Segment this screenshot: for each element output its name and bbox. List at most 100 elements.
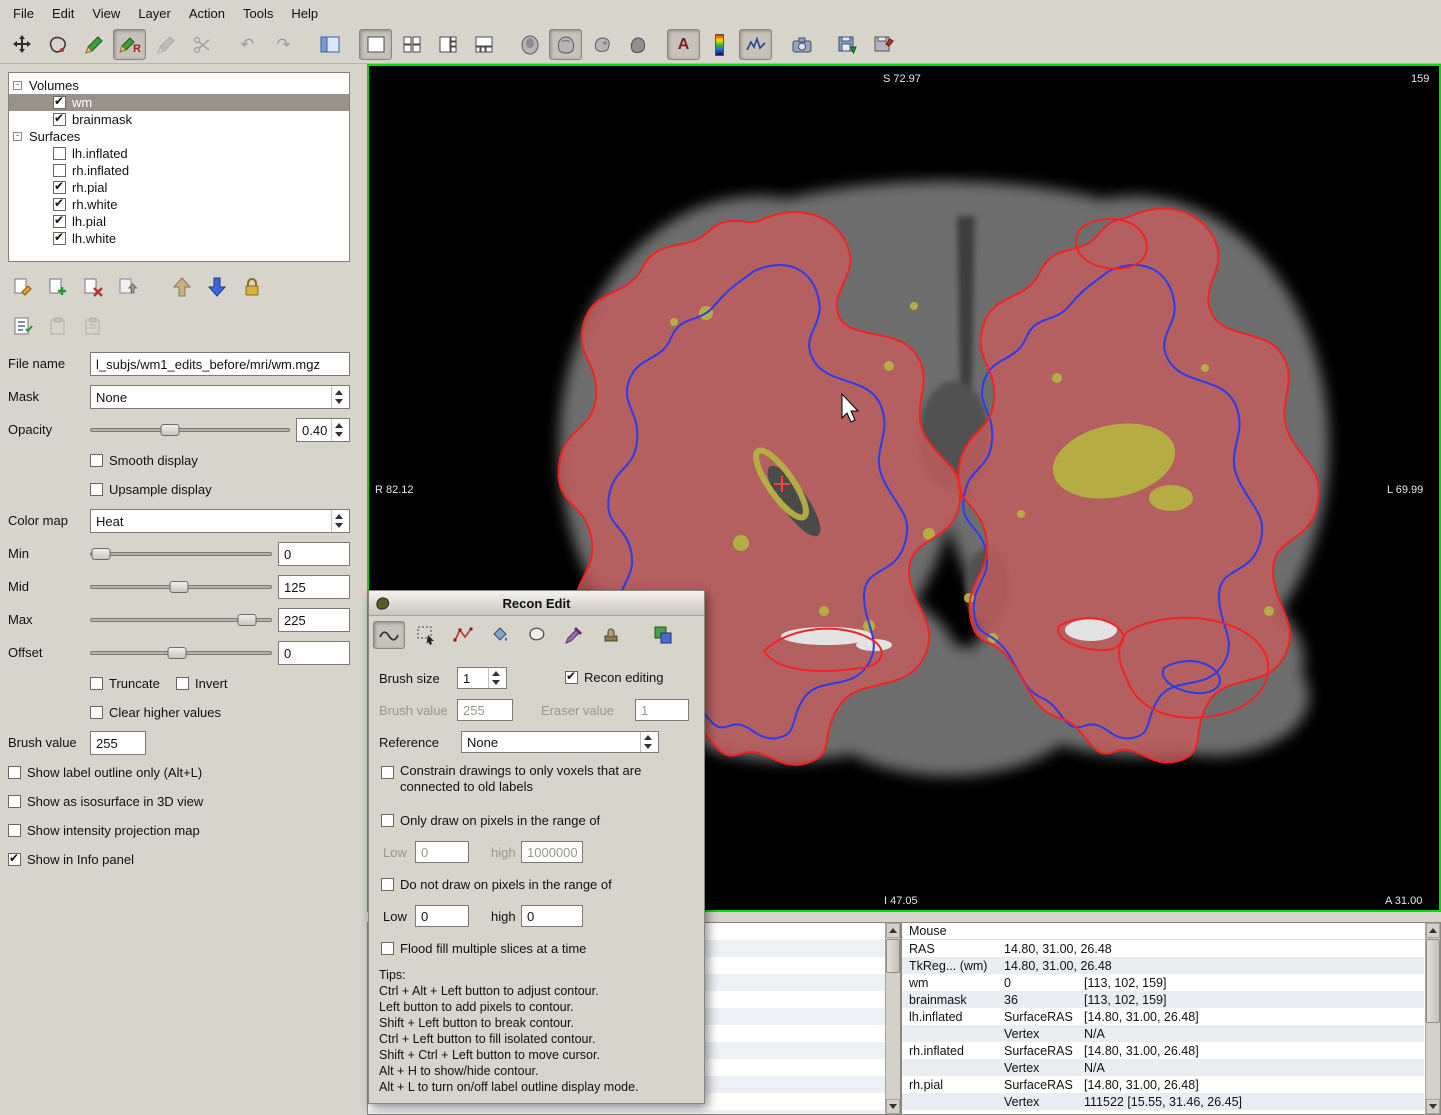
roi-tool-button[interactable] [41,29,74,60]
checkbox-icon[interactable] [90,454,103,467]
checkbox-icon[interactable] [176,677,189,690]
dialog-brush-value-input[interactable]: 255 [457,699,513,721]
menu-help[interactable]: Help [282,1,327,26]
offset-input[interactable]: 0 [278,641,350,665]
info-row[interactable]: Vertex N/A [902,1059,1424,1076]
scroll-thumb[interactable] [886,939,900,973]
visibility-checkbox[interactable] [53,164,66,177]
lasso-tool-button[interactable] [521,621,553,649]
menu-edit[interactable]: Edit [43,1,83,26]
info-row[interactable]: wm 0 [113, 102, 159] [902,974,1424,991]
remove-layer-button[interactable] [80,274,106,300]
layout-1x3-button[interactable] [431,29,464,60]
visibility-checkbox[interactable] [53,232,66,245]
checkbox-icon[interactable] [381,814,394,827]
constrain-checkbox[interactable]: Constrain drawings to only voxels that a… [381,763,641,795]
menu-view[interactable]: View [83,1,129,26]
opacity-spinbox[interactable]: 0.40 [296,418,350,442]
dialog-titlebar[interactable]: Recon Edit [369,591,704,616]
info-row[interactable]: lh.inflated SurfaceRAS [14.80, 31.00, 26… [902,1008,1424,1025]
info-row[interactable]: TkReg... (wm) 14.80, 31.00, 26.48 [902,957,1424,974]
tree-item-lh-inflated[interactable]: lh.inflated [9,145,349,162]
cursor-panel-scrollbar[interactable] [885,923,900,1114]
view-coronal-button[interactable] [549,29,582,60]
info-row[interactable]: Vertex 111522 [15.55, 31.46, 26.45] [902,1093,1424,1110]
show-intensity-projection-checkbox[interactable]: Show intensity projection map [8,823,200,838]
file-name-input[interactable]: l_subjs/wm1_edits_before/mri/wm.mgz [90,352,350,376]
visibility-checkbox[interactable] [53,181,66,194]
info-row[interactable]: rh.pial SurfaceRAS [14.80, 31.00, 26.48] [902,1076,1424,1093]
screenshot-button[interactable] [785,29,818,60]
range2-low-input[interactable]: 0 [415,905,469,927]
unload-layer-button[interactable] [115,274,141,300]
visibility-checkbox[interactable] [53,96,66,109]
freehand-tool-button[interactable] [373,621,405,649]
recon-editing-checkbox[interactable]: Recon editing [565,670,664,685]
scroll-down-icon[interactable] [1426,1099,1440,1114]
checkbox-icon[interactable] [381,942,394,955]
menu-file[interactable]: File [4,1,43,26]
min-input[interactable]: 0 [278,542,350,566]
navigate-button[interactable] [5,29,38,60]
collapse-icon[interactable] [13,81,22,90]
min-slider[interactable] [90,542,272,566]
move-layer-down-button[interactable] [204,274,230,300]
upsample-display-checkbox[interactable]: Upsample display [90,482,212,497]
mouse-panel-scrollbar[interactable] [1425,923,1440,1114]
spin-arrows-icon[interactable] [488,668,501,688]
annotation-button[interactable]: A [667,29,700,60]
save-volume-button[interactable] [831,29,864,60]
paste-settings-all-button[interactable] [80,313,106,339]
show-in-info-panel-checkbox[interactable]: Show in Info panel [8,852,134,867]
view-axial-button[interactable] [513,29,546,60]
copy-settings-button[interactable] [10,313,36,339]
truncate-checkbox[interactable]: Truncate [90,676,160,691]
checkbox-icon[interactable] [90,677,103,690]
cut-tool-button[interactable] [185,29,218,60]
lock-layer-button[interactable] [239,274,265,300]
tree-group-volumes[interactable]: Volumes [9,77,349,94]
eraser-value-input[interactable]: 1 [635,699,689,721]
tree-item-rh-inflated[interactable]: rh.inflated [9,162,349,179]
max-slider[interactable] [90,608,272,632]
redo-button[interactable]: ↷ [267,29,300,60]
save-screenshot-button[interactable] [867,29,900,60]
visibility-checkbox[interactable] [53,113,66,126]
tree-item-rh-white[interactable]: rh.white [9,196,349,213]
spin-arrows-icon[interactable] [331,419,344,441]
eyedropper-tool-button[interactable] [558,621,590,649]
pointset-edit-button[interactable] [149,29,182,60]
mask-combo[interactable]: None [90,385,350,409]
recon-edit-button[interactable]: R [113,29,146,60]
histogram-button[interactable] [739,29,772,60]
info-row[interactable]: Vertex N/A [902,1025,1424,1042]
flood-fill-checkbox[interactable]: Flood fill multiple slices at a time [381,941,586,956]
layout-2x2-button[interactable] [395,29,428,60]
brush-size-spinbox[interactable]: 1 [457,667,507,689]
recon-edit-dialog[interactable]: Recon Edit Brush size 1 [368,590,705,1104]
undo-button[interactable]: ↶ [231,29,264,60]
menu-action[interactable]: Action [180,1,234,26]
slider-handle[interactable] [161,424,180,436]
mid-input[interactable]: 125 [278,575,350,599]
info-row[interactable]: RAS 14.80, 31.00, 26.48 [902,940,1424,957]
do-not-draw-checkbox[interactable]: Do not draw on pixels in the range of [381,877,612,892]
scroll-down-icon[interactable] [886,1099,900,1114]
view-sagittal-button[interactable] [585,29,618,60]
clear-higher-values-checkbox[interactable]: Clear higher values [90,705,221,720]
view-3d-button[interactable] [621,29,654,60]
checkbox-icon[interactable] [90,483,103,496]
scroll-up-icon[interactable] [886,923,900,938]
info-row[interactable]: brainmask 36 [113, 102, 159] [902,991,1424,1008]
tree-item-wm[interactable]: wm [9,94,349,111]
visibility-checkbox[interactable] [53,147,66,160]
tree-item-brainmask[interactable]: brainmask [9,111,349,128]
tree-item-rh-pial[interactable]: rh.pial [9,179,349,196]
scroll-thumb[interactable] [1426,939,1440,1023]
visibility-checkbox[interactable] [53,198,66,211]
max-input[interactable]: 225 [278,608,350,632]
paste-settings-button[interactable] [45,313,71,339]
range1-low-input[interactable]: 0 [415,841,469,863]
layout-1x1-button[interactable] [359,29,392,60]
menu-tools[interactable]: Tools [234,1,282,26]
